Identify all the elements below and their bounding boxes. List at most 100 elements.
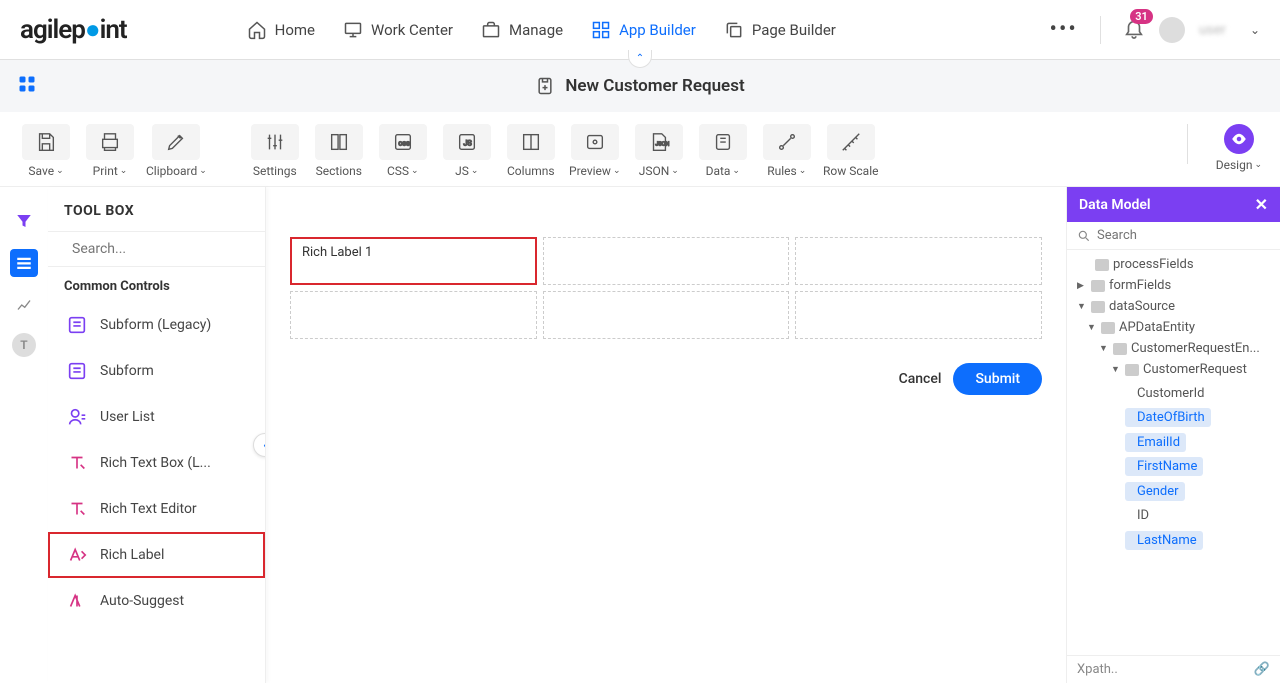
chart-rail-item[interactable] [10, 291, 38, 319]
sections-icon [328, 131, 350, 153]
control-subform-legacy[interactable]: Subform (Legacy) [48, 302, 265, 348]
nav-manage[interactable]: Manage [481, 20, 563, 40]
nav-appbuilder[interactable]: App Builder [591, 20, 696, 40]
grid-icon [591, 20, 611, 40]
submit-button[interactable]: Submit [953, 363, 1042, 395]
search-input[interactable] [1097, 228, 1270, 243]
notification-badge: 31 [1130, 9, 1153, 24]
tree-node[interactable]: processFields [1067, 254, 1280, 275]
tree-field[interactable]: EmailId [1125, 433, 1186, 452]
nav-home[interactable]: Home [247, 20, 315, 40]
funnel-icon [15, 212, 33, 230]
data-model-footer: Xpath.. 🔗 [1067, 655, 1280, 683]
form-cell-empty[interactable] [543, 291, 790, 339]
cancel-button[interactable]: Cancel [899, 371, 942, 387]
filter-rail-item[interactable] [10, 207, 38, 235]
nav-label: Page Builder [752, 21, 836, 39]
divider [1187, 124, 1188, 164]
nav-label: Manage [509, 21, 563, 39]
form-cell-empty[interactable] [543, 237, 790, 285]
print-button[interactable]: Print⌄ [82, 124, 138, 178]
control-userlist[interactable]: User List [48, 394, 265, 440]
text-icon [66, 498, 88, 520]
columns-button[interactable]: Columns [503, 124, 559, 178]
save-icon [35, 131, 57, 153]
rules-button[interactable]: Rules⌄ [759, 124, 815, 178]
tree-field[interactable]: LastName [1125, 531, 1203, 550]
form-cell-empty[interactable] [290, 291, 537, 339]
user-menu-chevron[interactable]: ⌄ [1250, 23, 1260, 37]
cursor-icon [66, 590, 88, 612]
settings-button[interactable]: Settings [247, 124, 303, 178]
nav-items: Home Work Center Manage App Builder Page… [247, 20, 836, 40]
close-icon[interactable]: ✕ [1255, 195, 1268, 214]
css-button[interactable]: css CSS⌄ [375, 124, 431, 178]
svg-text:JSON: JSON [655, 142, 669, 148]
data-model-tree: processFields ▶formFields ▼dataSource ▼A… [1067, 250, 1280, 655]
form-cell-richlabel[interactable]: Rich Label 1 [290, 237, 537, 285]
data-icon [712, 131, 734, 153]
link-icon[interactable]: 🔗 [1254, 662, 1270, 677]
tree-node[interactable]: ▼dataSource [1067, 296, 1280, 317]
xpath-label: Xpath.. [1077, 662, 1118, 677]
rowscale-button[interactable]: Row Scale [823, 124, 879, 178]
toolbox-panel: TOOL BOX Common Controls Subform (Legacy… [48, 187, 266, 683]
sliders-icon [264, 131, 286, 153]
nav-workcenter[interactable]: Work Center [343, 20, 453, 40]
notifications-bell[interactable]: 31 [1123, 17, 1145, 43]
collapse-toggle[interactable]: ⌃ [628, 50, 652, 68]
clipboard-button[interactable]: Clipboard⌄ [146, 124, 207, 178]
tree-node[interactable]: ▼CustomerRequest [1067, 359, 1280, 380]
data-button[interactable]: Data⌄ [695, 124, 751, 178]
more-menu[interactable]: ••• [1050, 17, 1078, 42]
left-rail: T [0, 187, 48, 683]
preview-button[interactable]: Preview⌄ [567, 124, 623, 178]
control-richtexteditor[interactable]: Rich Text Editor [48, 486, 265, 532]
page-title: New Customer Request [565, 76, 744, 96]
nav-pagebuilder[interactable]: Page Builder [724, 20, 836, 40]
form-cell-empty[interactable] [795, 237, 1042, 285]
tree-field[interactable]: FirstName [1125, 457, 1203, 476]
js-button[interactable]: JS JS⌄ [439, 124, 495, 178]
tree-node[interactable]: ▼CustomerRequestEn... [1067, 338, 1280, 359]
form-canvas: Rich Label 1 Cancel Submit [266, 187, 1066, 683]
username: user [1199, 22, 1226, 38]
controls-rail-item[interactable] [10, 249, 38, 277]
tree-node[interactable]: ▶formFields [1067, 275, 1280, 296]
tree-node[interactable]: ▼APDataEntity [1067, 317, 1280, 338]
toolbox-section-header: Common Controls [48, 267, 265, 302]
js-icon: JS [456, 131, 478, 153]
tree-field[interactable]: CustomerId [1125, 384, 1210, 403]
tree-field[interactable]: ID [1125, 506, 1155, 525]
columns-icon [520, 131, 542, 153]
apps-icon[interactable] [18, 75, 36, 98]
template-rail-item[interactable]: T [12, 333, 36, 357]
avatar[interactable] [1159, 17, 1185, 43]
json-button[interactable]: JSON JSON⌄ [631, 124, 687, 178]
label-icon [66, 544, 88, 566]
form-icon [66, 360, 88, 382]
tree-field[interactable]: Gender [1125, 482, 1185, 501]
control-richtextbox[interactable]: Rich Text Box (L... [48, 440, 265, 486]
form-icon [535, 76, 555, 96]
print-icon [99, 131, 121, 153]
rules-icon [776, 131, 798, 153]
nav-label: Work Center [371, 21, 453, 39]
divider [1100, 16, 1101, 44]
search-input[interactable] [72, 241, 250, 257]
search-icon [1077, 229, 1091, 243]
ruler-icon [840, 131, 862, 153]
tree-field[interactable]: DateOfBirth [1125, 408, 1211, 427]
brand-logo: agilep●int [20, 14, 127, 45]
control-richlabel[interactable]: Rich Label [48, 532, 265, 578]
toolbox-search[interactable] [48, 231, 265, 267]
user-icon [66, 406, 88, 428]
control-subform[interactable]: Subform [48, 348, 265, 394]
css-icon: css [392, 131, 414, 153]
data-model-search[interactable] [1067, 222, 1280, 250]
design-mode-button[interactable]: Design⌄ [1216, 124, 1262, 172]
form-cell-empty[interactable] [795, 291, 1042, 339]
sections-button[interactable]: Sections [311, 124, 367, 178]
save-button[interactable]: Save⌄ [18, 124, 74, 178]
control-autosuggest[interactable]: Auto-Suggest [48, 578, 265, 624]
